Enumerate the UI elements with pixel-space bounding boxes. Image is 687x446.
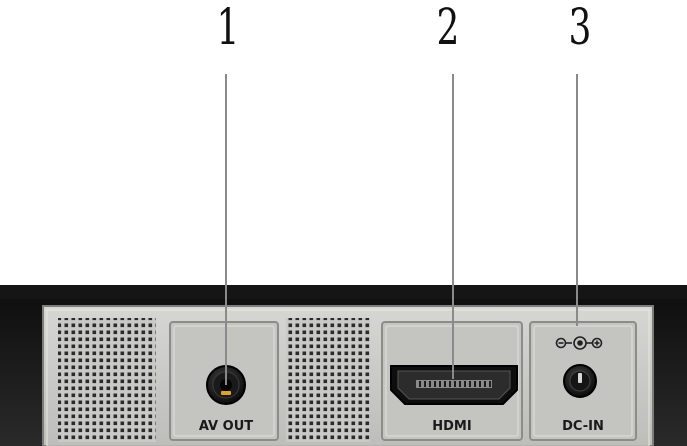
av-out-indicator <box>221 391 231 395</box>
dc-in-port: DC-IN <box>529 321 637 441</box>
device-illustration: AV OUT HDMI DC-IN <box>0 285 687 446</box>
av-out-label: AV OUT <box>199 419 253 434</box>
callout-leader-2 <box>452 74 454 379</box>
av-out-port: AV OUT <box>169 321 279 441</box>
device-rear-panel-diagram: 1 2 3 AV OUT HDMI DC-IN <box>0 0 687 446</box>
dc-in-label: DC-IN <box>562 419 604 434</box>
hdmi-label: HDMI <box>432 419 471 434</box>
vent-grille-left <box>58 318 156 442</box>
callout-leader-1 <box>225 74 227 385</box>
vent-grille-middle <box>286 318 370 442</box>
callout-leader-3 <box>576 74 578 326</box>
